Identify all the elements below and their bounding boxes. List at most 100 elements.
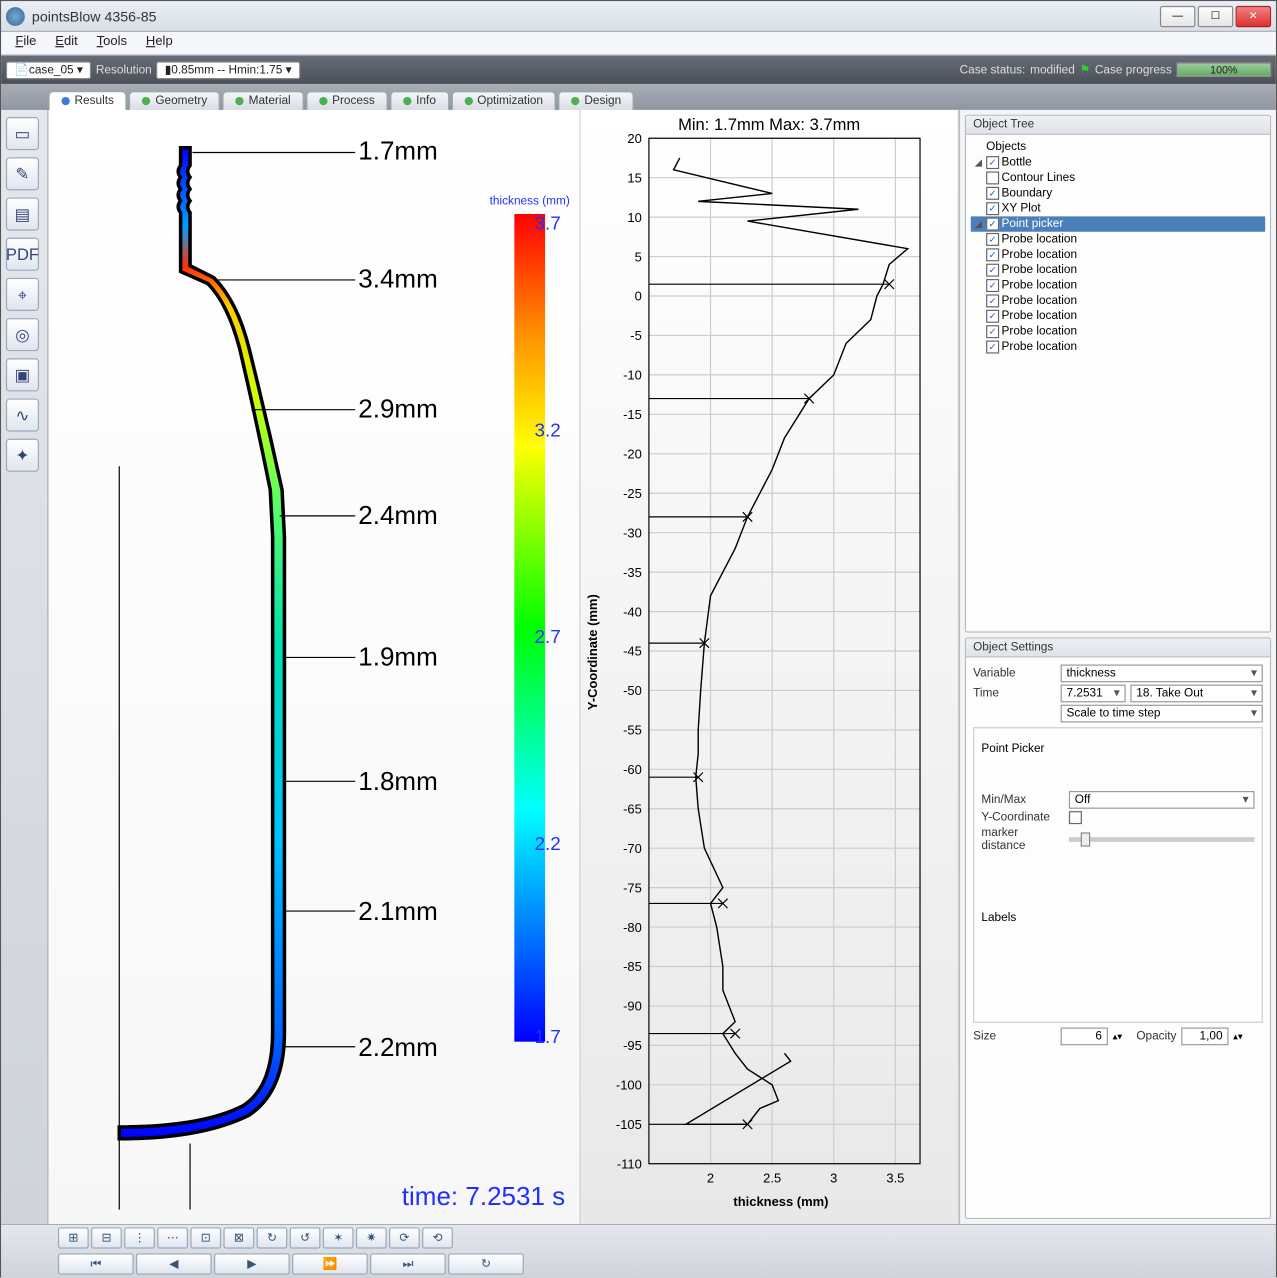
tree-item[interactable]: Probe location xyxy=(971,247,1265,262)
marker-distance-label: marker distance xyxy=(981,826,1064,852)
play-control-2[interactable]: ▶ xyxy=(214,1253,290,1274)
left-tool-4[interactable]: ⌖ xyxy=(6,278,39,311)
svg-text:-75: -75 xyxy=(623,880,642,895)
legend-tick: 3.2 xyxy=(534,421,560,442)
tab-results[interactable]: Results xyxy=(48,91,126,110)
marker-distance-slider[interactable] xyxy=(1069,837,1255,842)
left-tool-7[interactable]: ∿ xyxy=(6,398,39,431)
left-tool-6[interactable]: ▣ xyxy=(6,358,39,391)
left-tool-2[interactable]: ▤ xyxy=(6,197,39,230)
case-status-value: modified xyxy=(1030,63,1075,76)
svg-text:-90: -90 xyxy=(623,999,642,1014)
play-control-5[interactable]: ↻ xyxy=(448,1253,524,1274)
animation-tool-11[interactable]: ⟲ xyxy=(422,1227,453,1248)
svg-text:-80: -80 xyxy=(623,920,642,935)
thickness-label: 2.1mm xyxy=(358,896,438,927)
case-selector[interactable]: 📄 case_05 ▾ xyxy=(6,61,91,79)
left-tool-0[interactable]: ▭ xyxy=(6,117,39,150)
svg-text:-65: -65 xyxy=(623,801,642,816)
tab-info[interactable]: Info xyxy=(390,91,449,110)
animation-tool-4[interactable]: ⊡ xyxy=(190,1227,221,1248)
tab-material[interactable]: Material xyxy=(223,91,304,110)
tree-item[interactable]: Probe location xyxy=(971,278,1265,293)
animation-tool-9[interactable]: ✷ xyxy=(356,1227,387,1248)
animation-tool-8[interactable]: ✶ xyxy=(323,1227,354,1248)
svg-text:-40: -40 xyxy=(623,604,642,619)
left-tool-8[interactable]: ✦ xyxy=(6,439,39,472)
tree-item[interactable]: ◢ Point picker xyxy=(971,216,1265,231)
tree-item[interactable]: XY Plot xyxy=(971,201,1265,216)
svg-text:20: 20 xyxy=(627,131,641,146)
svg-text:-20: -20 xyxy=(623,446,642,461)
window-title: pointsBlow 4356-85 xyxy=(32,8,1160,25)
svg-text:-50: -50 xyxy=(623,683,642,698)
size-input[interactable]: 6 xyxy=(1061,1028,1108,1046)
maximize-button[interactable]: ☐ xyxy=(1198,5,1233,26)
time-value-select[interactable]: 7.2531 xyxy=(1061,685,1126,703)
tree-root[interactable]: Objects xyxy=(971,140,1265,155)
tree-item[interactable]: Probe location xyxy=(971,262,1265,277)
time-step-select[interactable]: 18. Take Out xyxy=(1130,685,1262,703)
play-control-3[interactable]: ⏩ xyxy=(292,1253,368,1274)
animation-tool-10[interactable]: ⟳ xyxy=(389,1227,420,1248)
tree-item[interactable]: Probe location xyxy=(971,339,1265,354)
labels-section: Labels xyxy=(981,912,1254,925)
tree-item[interactable]: ◢ Bottle xyxy=(971,155,1265,170)
minimize-button[interactable]: — xyxy=(1160,5,1195,26)
animation-tool-5[interactable]: ⊠ xyxy=(223,1227,254,1248)
menu-help[interactable]: Help xyxy=(136,32,182,54)
svg-text:3.5: 3.5 xyxy=(886,1171,904,1186)
tab-process[interactable]: Process xyxy=(306,91,388,110)
left-tool-3[interactable]: PDF xyxy=(6,238,39,271)
svg-text:10: 10 xyxy=(627,210,641,225)
svg-text:15: 15 xyxy=(627,170,641,185)
tree-item[interactable]: Contour Lines xyxy=(971,170,1265,185)
menu-edit[interactable]: Edit xyxy=(46,32,87,54)
left-tool-5[interactable]: ◎ xyxy=(6,318,39,351)
animation-tool-1[interactable]: ⊟ xyxy=(91,1227,122,1248)
ycoord-checkbox[interactable] xyxy=(1069,811,1082,824)
left-toolbar: ▭ ✎ ▤ PDF ⌖ ◎ ▣ ∿ ✦ xyxy=(1,110,48,1224)
tab-geometry[interactable]: Geometry xyxy=(129,91,220,110)
left-tool-1[interactable]: ✎ xyxy=(6,157,39,190)
minmax-select[interactable]: Off xyxy=(1069,791,1255,809)
progress-bar: 100% xyxy=(1176,63,1271,77)
mesh-selector[interactable]: ▮ 0.85mm -- Hmin:1.75 ▾ xyxy=(156,61,299,79)
svg-text:-110: -110 xyxy=(617,1156,642,1171)
animation-tool-6[interactable]: ↻ xyxy=(257,1227,288,1248)
top-toolbar: 📄 case_05 ▾ Resolution ▮ 0.85mm -- Hmin:… xyxy=(1,56,1276,84)
play-control-0[interactable]: ⏮ xyxy=(58,1253,134,1274)
right-panel: Object Tree Objects◢ Bottle Contour Line… xyxy=(959,110,1276,1224)
menu-tools[interactable]: Tools xyxy=(87,32,136,54)
opacity-input[interactable]: 1,00 xyxy=(1181,1028,1228,1046)
tab-design[interactable]: Design xyxy=(558,91,634,110)
menu-file[interactable]: FFileile xyxy=(6,32,46,54)
tree-item[interactable]: Probe location xyxy=(971,293,1265,308)
play-control-4[interactable]: ⏭ xyxy=(370,1253,446,1274)
time-label-setting: Time xyxy=(973,687,1056,700)
animation-tool-0[interactable]: ⊞ xyxy=(58,1227,89,1248)
color-legend: thickness (mm) 3.73.22.72.21.7 xyxy=(494,214,565,1042)
tree-item[interactable]: Probe location xyxy=(971,309,1265,324)
svg-text:-55: -55 xyxy=(623,723,642,738)
tree-item[interactable]: Probe location xyxy=(971,232,1265,247)
tab-optimization[interactable]: Optimization xyxy=(451,91,556,110)
svg-text:-15: -15 xyxy=(623,407,642,422)
svg-text:5: 5 xyxy=(635,249,642,264)
variable-select[interactable]: thickness xyxy=(1061,665,1263,683)
scale-select[interactable]: Scale to time step xyxy=(1061,705,1263,723)
animation-tool-2[interactable]: ⋮ xyxy=(124,1227,155,1248)
tree-item[interactable]: Probe location xyxy=(971,324,1265,339)
tree-item[interactable]: Boundary xyxy=(971,186,1265,201)
svg-text:2: 2 xyxy=(707,1171,714,1186)
animation-tool-3[interactable]: ⋯ xyxy=(157,1227,188,1248)
close-button[interactable]: ✕ xyxy=(1236,5,1271,26)
titlebar: pointsBlow 4356-85 — ☐ ✕ xyxy=(1,1,1276,32)
play-control-1[interactable]: ◀ xyxy=(136,1253,212,1274)
legend-tick: 1.7 xyxy=(534,1028,560,1049)
object-tree[interactable]: Objects◢ Bottle Contour Lines Boundary X… xyxy=(966,135,1270,632)
results-viewport[interactable]: thickness (mm) 3.73.22.72.21.7 time: 7.2… xyxy=(48,110,580,1224)
object-tree-panel: Object Tree Objects◢ Bottle Contour Line… xyxy=(965,115,1271,633)
animation-tool-7[interactable]: ↺ xyxy=(290,1227,321,1248)
xy-plot[interactable]: Min: 1.7mm Max: 3.7mm -110-105-100-95-90… xyxy=(581,110,959,1224)
